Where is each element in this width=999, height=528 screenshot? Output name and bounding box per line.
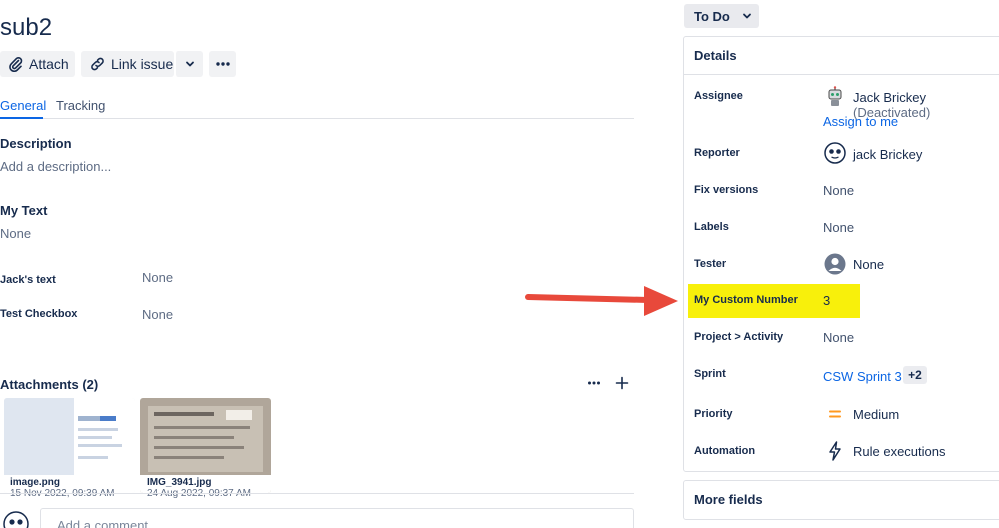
sprint-link[interactable]: CSW Sprint 3 — [823, 369, 902, 384]
attachments-more-icon[interactable] — [587, 380, 601, 386]
thumbnail-line — [100, 416, 116, 421]
active-tab-indicator — [0, 117, 43, 119]
details-divider — [684, 74, 999, 75]
photo-line — [154, 456, 224, 459]
status-dropdown[interactable]: To Do — [684, 4, 759, 28]
test-checkbox-label: Test Checkbox — [0, 308, 78, 320]
attachment-name: image.png — [10, 477, 61, 488]
custom-number-value[interactable]: 3 — [823, 293, 830, 308]
tester-value[interactable]: None — [853, 257, 884, 272]
jacks-text-value[interactable]: None — [142, 270, 173, 285]
priority-label: Priority — [694, 408, 733, 420]
priority-medium-icon — [829, 410, 841, 418]
issue-title[interactable]: sub2 — [0, 14, 52, 42]
more-icon — [215, 62, 230, 66]
tab-tracking[interactable]: Tracking — [56, 98, 105, 113]
thumbnail-line — [78, 428, 118, 431]
fix-versions-value[interactable]: None — [823, 183, 854, 198]
assignee-name-text: Jack Brickey — [853, 90, 926, 105]
labels-value[interactable]: None — [823, 220, 854, 235]
chevron-down-icon — [185, 61, 194, 67]
tester-label: Tester — [694, 258, 727, 270]
description-field[interactable]: Add a description... — [0, 159, 111, 174]
tabs-divider — [0, 118, 634, 119]
sprint-label: Sprint — [694, 368, 726, 380]
assign-to-me-link[interactable]: Assign to me — [823, 114, 898, 129]
add-attachment-icon[interactable] — [615, 376, 629, 390]
link-issue-label: Link issue — [111, 56, 174, 72]
thumbnail-line — [78, 456, 108, 459]
default-avatar-icon — [824, 253, 846, 275]
thumbnail-line — [78, 416, 100, 421]
attach-button[interactable]: Attach — [0, 51, 75, 77]
details-title[interactable]: Details — [694, 48, 737, 63]
custom-number-label: My Custom Number — [694, 294, 798, 306]
attachment-name: IMG_3941.jpg — [147, 477, 212, 488]
more-fields-title[interactable]: More fields — [694, 492, 763, 507]
sprint-extra-badge[interactable]: +2 — [903, 366, 927, 384]
tab-general[interactable]: General — [0, 98, 46, 113]
automation-label: Automation — [694, 445, 756, 457]
attach-label: Attach — [29, 56, 69, 72]
project-activity-label: Project > Activity — [694, 331, 784, 343]
priority-value[interactable]: Medium — [853, 407, 899, 422]
project-activity-value[interactable]: None — [823, 330, 854, 345]
paperclip-icon — [9, 57, 23, 72]
status-label: To Do — [694, 8, 730, 24]
link-issue-button[interactable]: Link issue — [81, 51, 174, 77]
robot-avatar-icon — [828, 86, 842, 106]
annotation-arrow — [525, 286, 678, 316]
link-icon — [91, 57, 104, 71]
fix-versions-label: Fix versions — [694, 184, 759, 196]
link-issue-dropdown[interactable] — [175, 51, 203, 77]
labels-label: Labels — [694, 221, 729, 233]
comment-placeholder: Add a comment... — [57, 518, 159, 528]
avatar — [3, 511, 29, 528]
rule-executions-link[interactable]: Rule executions — [853, 444, 946, 459]
test-checkbox-value[interactable]: None — [142, 307, 173, 322]
reporter-name[interactable]: jack Brickey — [853, 147, 922, 162]
reporter-label: Reporter — [694, 147, 740, 159]
thumbnail-line — [78, 444, 122, 447]
assignee-label: Assignee — [694, 90, 743, 102]
jacks-text-label: Jack's text — [0, 274, 56, 286]
description-label: Description — [0, 136, 72, 151]
reporter-avatar-icon — [824, 142, 846, 164]
photo-line — [154, 436, 234, 439]
attachments-divider — [0, 493, 634, 494]
more-actions-button[interactable] — [209, 51, 236, 77]
thumbnail-panel-left — [4, 398, 74, 478]
photo-line — [154, 446, 244, 449]
lightning-icon — [829, 441, 841, 461]
my-text-label: My Text — [0, 203, 48, 218]
photo-label — [226, 410, 252, 420]
my-text-value[interactable]: None — [0, 226, 31, 241]
attachments-title: Attachments (2) — [0, 377, 99, 392]
thumbnail-line — [78, 436, 112, 439]
chevron-down-icon — [742, 13, 751, 19]
photo-line — [154, 412, 214, 416]
photo-line — [154, 426, 250, 429]
